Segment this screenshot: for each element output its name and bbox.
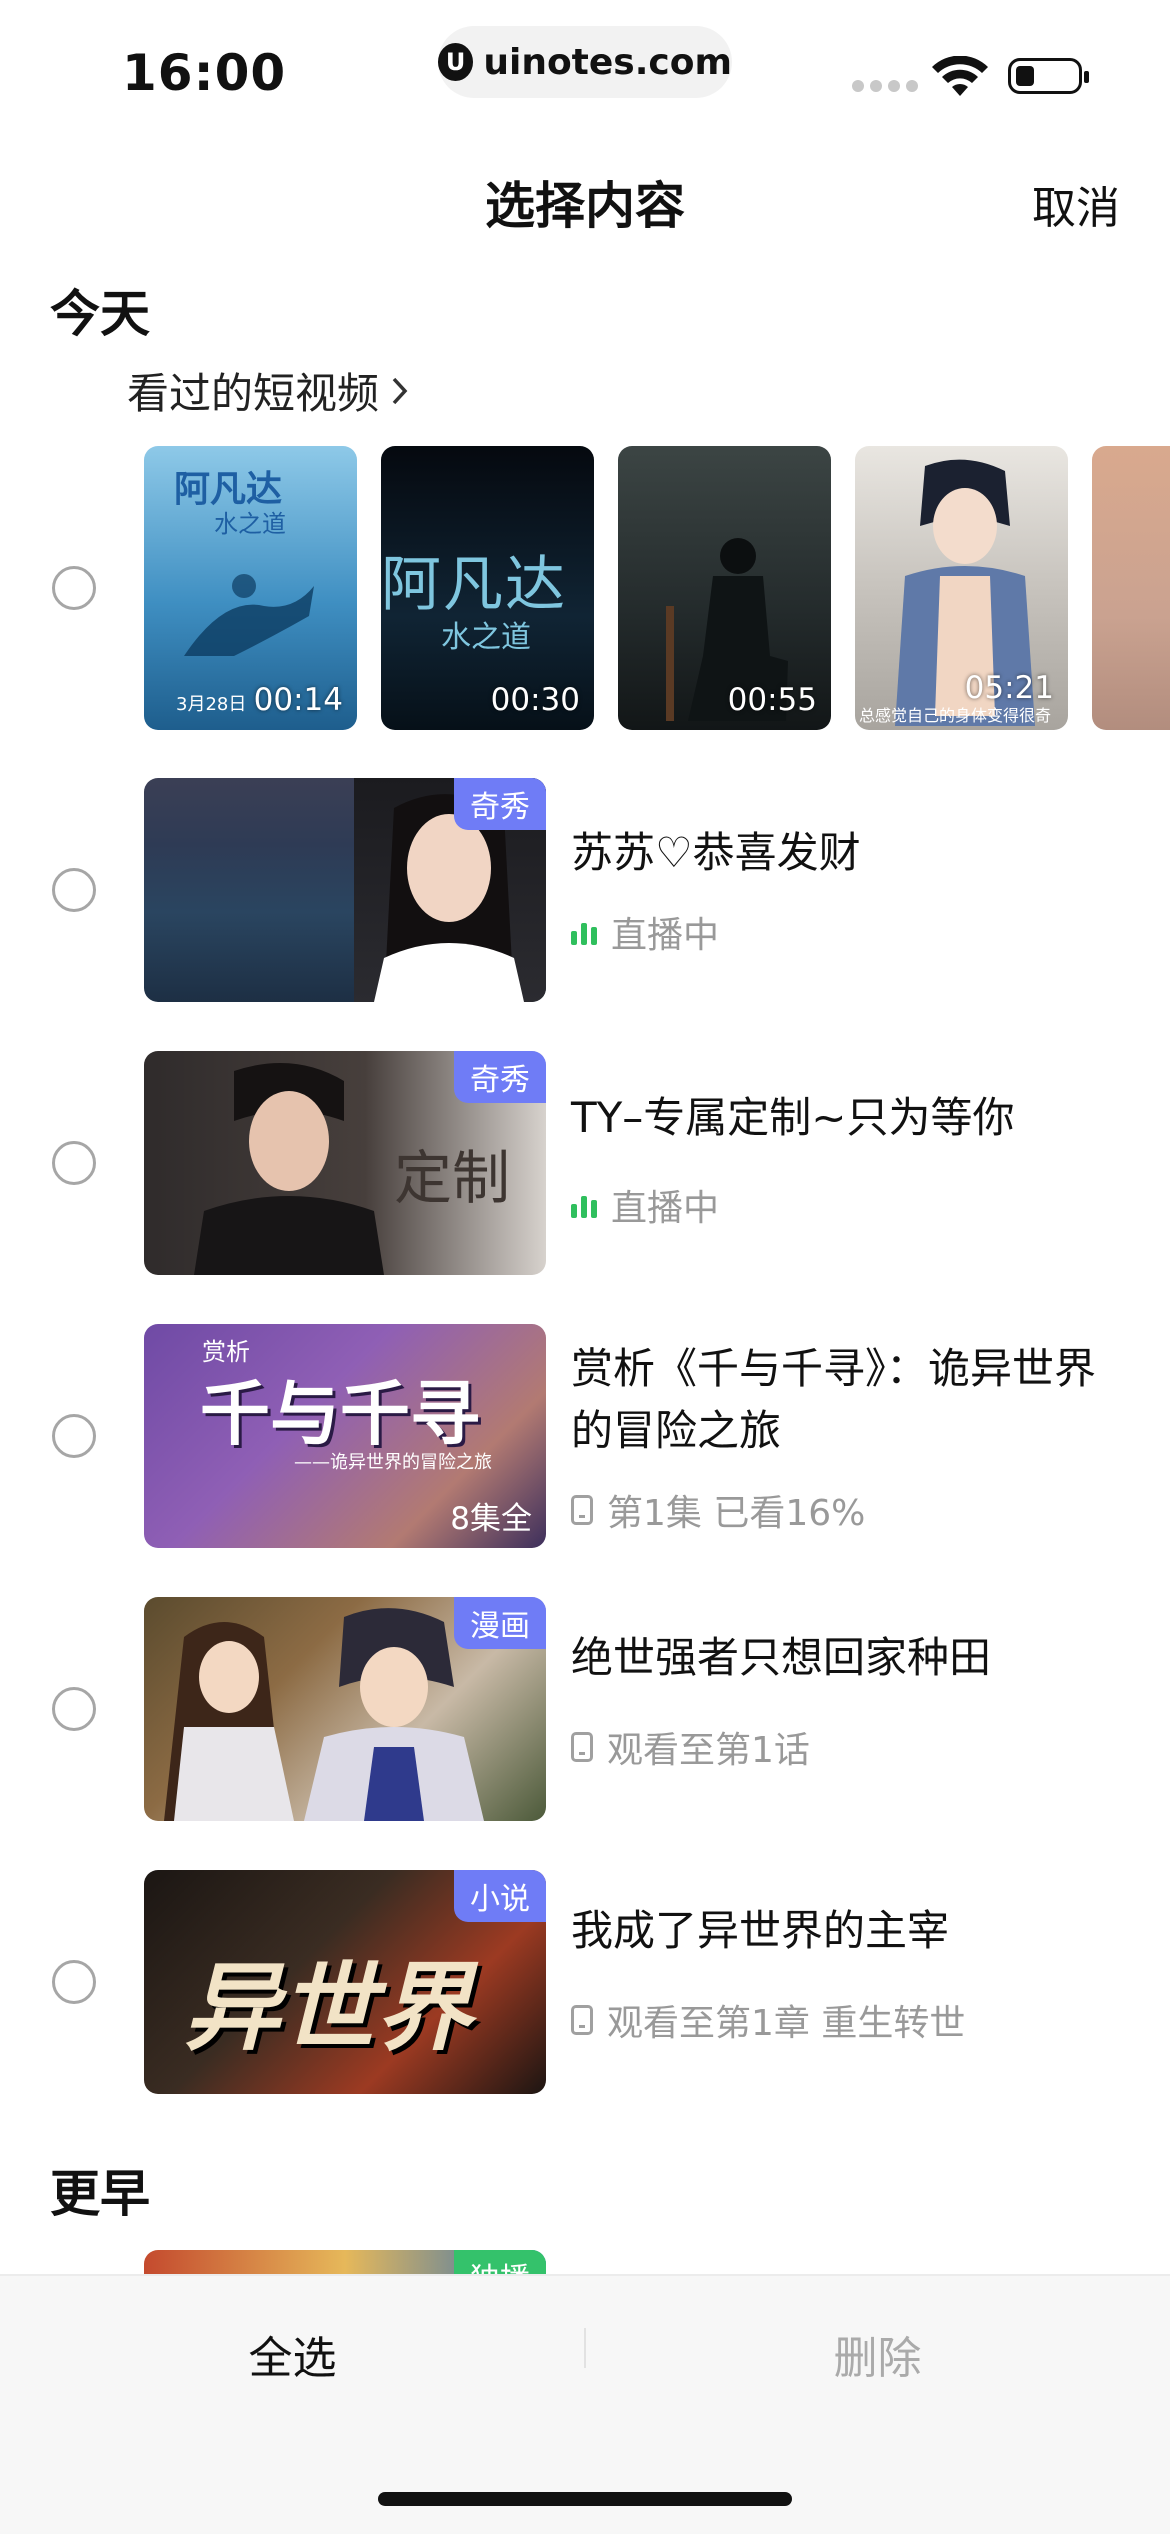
page-title: 选择内容 bbox=[485, 177, 685, 235]
item-status: 直播中 bbox=[571, 1179, 719, 1231]
phone-icon bbox=[571, 1732, 593, 1762]
item-title: 赏析《千与千寻》：诡异世界的冒险之旅 bbox=[571, 1344, 1097, 1455]
video-date: 3月28日 bbox=[176, 694, 247, 715]
section-title-earlier: 更早 bbox=[50, 2165, 150, 2223]
video-duration: 00:14 bbox=[253, 682, 343, 718]
thumb-text: 定制 bbox=[394, 1144, 511, 1212]
item-title: 苏苏♡恭喜发财 bbox=[571, 828, 861, 877]
video-caption: 阿凡达 bbox=[381, 550, 567, 620]
delete-button[interactable]: 删除 bbox=[585, 2322, 1170, 2386]
streamer-portrait bbox=[194, 1063, 384, 1275]
thumb-text: 异世界 bbox=[184, 1952, 472, 2064]
item-status: 观看至第1话 bbox=[571, 1721, 810, 1773]
item-badge: 小说 bbox=[454, 1870, 546, 1922]
select-all-button[interactable]: 全选 bbox=[0, 2322, 585, 2386]
item-status-text: 第1集 已看16% bbox=[607, 1493, 866, 1534]
phone-icon bbox=[571, 1495, 593, 1525]
section-title-today: 今天 bbox=[50, 285, 150, 343]
phone-icon bbox=[571, 2005, 593, 2035]
item-thumbnail: 定制 奇秀 bbox=[144, 1051, 546, 1275]
battery-icon bbox=[1008, 58, 1089, 94]
item-thumbnail: 奇秀 bbox=[144, 778, 546, 1002]
item-thumbnail: 赏析 千与千寻 ——诡异世界的冒险之旅 8集全 bbox=[144, 1324, 546, 1548]
item-badge: 漫画 bbox=[454, 1597, 546, 1649]
list-item[interactable]: 异世界 小说 我成了异世界的主宰 观看至第1章 重生转世 bbox=[0, 1870, 1170, 2094]
short-video-thumb[interactable]: 00:55 bbox=[618, 446, 831, 730]
wifi-icon bbox=[932, 56, 988, 96]
home-indicator bbox=[378, 2492, 792, 2506]
watched-short-videos-link[interactable]: 看过的短视频 bbox=[127, 360, 411, 421]
short-video-thumb[interactable]: 阿凡达 水之道 00:30 bbox=[381, 446, 594, 730]
item-title: TY–专属定制~只为等你 bbox=[571, 1093, 1015, 1142]
item-title: 绝世强者只想回家种田 bbox=[571, 1633, 992, 1682]
live-indicator-icon bbox=[571, 919, 597, 945]
signal-icon bbox=[852, 80, 918, 92]
list-item[interactable]: 奇秀 苏苏♡恭喜发财 直播中 bbox=[0, 778, 1170, 1002]
thumb-subtitle: ——诡异世界的冒险之旅 bbox=[294, 1452, 492, 1473]
item-badge: 奇秀 bbox=[454, 778, 546, 830]
short-videos-strip[interactable]: 阿凡达 水之道 3月28日 00:14 阿凡达 水之道 00:30 00:55 … bbox=[144, 446, 1170, 730]
video-duration: 05:21 bbox=[964, 670, 1054, 706]
item-thumbnail: 漫画 bbox=[144, 1597, 546, 1821]
chevron-right-icon bbox=[392, 377, 408, 404]
item-thumbnail: 异世界 小说 bbox=[144, 1870, 546, 2094]
video-subcaption: 水之道 bbox=[441, 620, 531, 655]
url-pill[interactable]: U uinotes.com bbox=[438, 26, 732, 98]
list-item[interactable]: 漫画 绝世强者只想回家种田 观看至第1话 bbox=[0, 1597, 1170, 1821]
video-duration: 00:30 bbox=[490, 682, 580, 718]
short-video-thumb[interactable]: 阿凡达 水之道 3月28日 00:14 bbox=[144, 446, 357, 730]
site-logo-icon: U bbox=[438, 43, 474, 81]
item-status-text: 直播中 bbox=[611, 915, 720, 956]
item-status: 直播中 bbox=[571, 906, 719, 958]
video-subcaption: 水之道 bbox=[214, 510, 286, 538]
thumb-text: 千与千寻 bbox=[200, 1373, 480, 1455]
item-badge: 奇秀 bbox=[454, 1051, 546, 1103]
live-indicator-icon bbox=[571, 1192, 597, 1218]
watched-short-videos-label: 看过的短视频 bbox=[127, 369, 380, 418]
creature-illustration bbox=[184, 574, 314, 656]
list-item[interactable]: 赏析 千与千寻 ——诡异世界的冒险之旅 8集全 赏析《千与千寻》：诡异世界的冒险… bbox=[0, 1324, 1170, 1548]
select-radio-short-videos[interactable] bbox=[52, 566, 96, 610]
clock: 16:00 bbox=[122, 44, 287, 102]
cancel-button[interactable]: 取消 bbox=[1032, 172, 1120, 236]
item-status-text: 观看至第1话 bbox=[607, 1730, 810, 1771]
item-status: 第1集 已看16% bbox=[571, 1484, 865, 1536]
url-text: uinotes.com bbox=[483, 41, 732, 83]
item-status-text: 观看至第1章 重生转世 bbox=[607, 2003, 966, 2044]
item-status: 观看至第1章 重生转世 bbox=[571, 1994, 965, 2046]
short-video-thumb[interactable]: 总感觉自己的身体变得很奇 05:21 bbox=[855, 446, 1068, 730]
episode-count: 8集全 bbox=[450, 1501, 532, 1537]
video-duration: 00:55 bbox=[727, 682, 817, 718]
item-status-text: 直播中 bbox=[611, 1188, 720, 1229]
short-video-thumb[interactable] bbox=[1092, 446, 1170, 730]
status-bar: 16:00 U uinotes.com bbox=[0, 0, 1170, 140]
item-title: 我成了异世界的主宰 bbox=[571, 1906, 950, 1955]
list-item[interactable]: 定制 奇秀 TY–专属定制~只为等你 直播中 bbox=[0, 1051, 1170, 1275]
